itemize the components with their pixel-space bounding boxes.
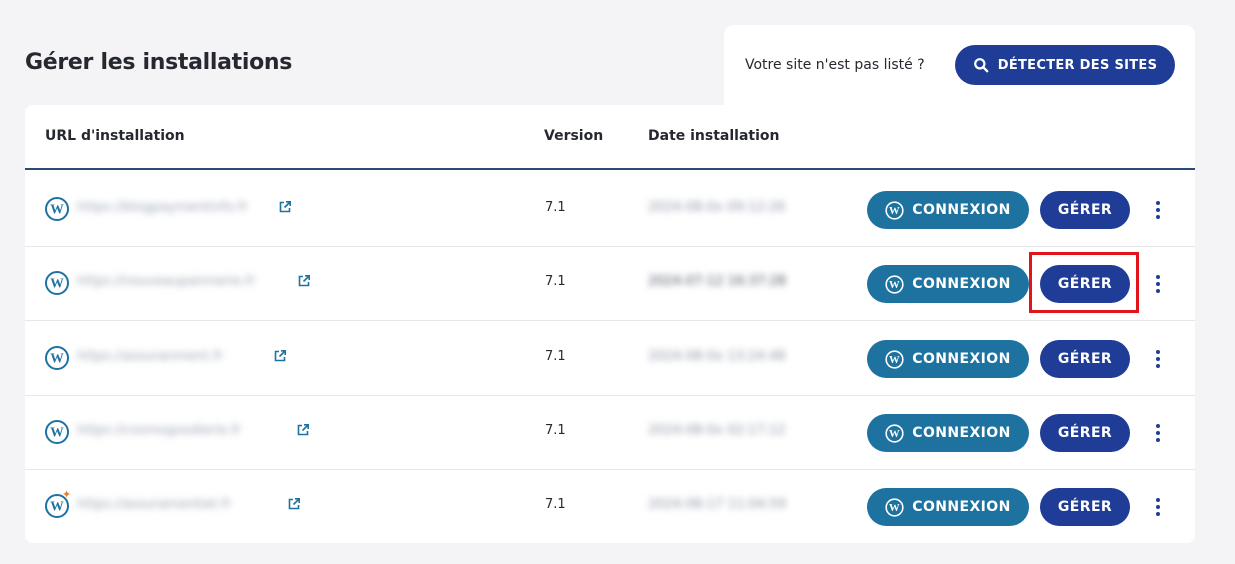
installation-url[interactable]: https://nouveaupainnerie.fr: [77, 274, 255, 289]
external-link-icon[interactable]: [287, 497, 301, 511]
wordpress-icon: W: [885, 274, 904, 294]
installation-version: 7.1: [545, 200, 566, 215]
connexion-button[interactable]: W CONNEXION: [867, 191, 1029, 229]
svg-text:W: W: [889, 354, 900, 366]
svg-text:W: W: [889, 205, 900, 217]
table-row: W https://cosmogoodierie.fr 7.1 2024-08-…: [25, 395, 1195, 470]
connexion-button[interactable]: W CONNEXION: [867, 414, 1029, 452]
installations-table: URL d'installation Version Date installa…: [25, 105, 1195, 543]
sparkle-icon: ✦: [62, 488, 72, 501]
search-icon: [973, 58, 989, 73]
svg-text:W: W: [889, 428, 900, 440]
installation-url[interactable]: https://assuramentiet.fr: [77, 497, 231, 512]
more-vertical-icon[interactable]: [1149, 346, 1167, 372]
more-vertical-icon[interactable]: [1149, 271, 1167, 297]
wordpress-icon: W: [885, 200, 904, 220]
connexion-button[interactable]: W CONNEXION: [867, 340, 1029, 378]
svg-text:W: W: [50, 276, 64, 291]
gerer-button[interactable]: GÉRER: [1040, 265, 1130, 303]
connexion-label: CONNEXION: [912, 499, 1011, 515]
wordpress-icon: W: [45, 420, 69, 444]
external-link-icon[interactable]: [273, 349, 287, 363]
table-row: W ✦ https://assuramentiet.fr 7.1 2024-08…: [25, 469, 1195, 543]
wordpress-icon: W: [45, 346, 69, 370]
installation-date: 2024-08-0x 02:17:12: [648, 423, 786, 438]
connexion-button[interactable]: W CONNEXION: [867, 265, 1029, 303]
page-title: Gérer les installations: [25, 50, 293, 75]
detect-sites-button[interactable]: DÉTECTER DES SITES: [955, 45, 1175, 85]
wordpress-icon: W: [45, 271, 69, 295]
detect-panel: Votre site n'est pas listé ? DÉTECTER DE…: [724, 25, 1195, 115]
svg-text:W: W: [50, 202, 64, 217]
column-header-version: Version: [544, 128, 604, 144]
more-vertical-icon[interactable]: [1149, 494, 1167, 520]
detect-question: Votre site n'est pas listé ?: [745, 57, 925, 73]
installation-url[interactable]: https://assuranment.fr: [77, 349, 223, 364]
column-header-date: Date installation: [648, 128, 780, 144]
svg-text:W: W: [50, 425, 64, 440]
installation-date: 2024-07-12 16:37:28: [648, 274, 787, 289]
gerer-button[interactable]: GÉRER: [1040, 414, 1130, 452]
wordpress-icon: W: [885, 497, 904, 517]
external-link-icon[interactable]: [278, 200, 292, 214]
table-row: W https://blogpaymentinfo.fr 7.1 2024-08…: [25, 172, 1195, 247]
svg-text:W: W: [50, 351, 64, 366]
svg-text:W: W: [889, 502, 900, 514]
installation-date: 2024-08-17 11:04:59: [648, 497, 787, 512]
installation-url[interactable]: https://cosmogoodierie.fr: [77, 423, 241, 438]
installation-date: 2024-08-0x 13:24:48: [648, 349, 786, 364]
more-vertical-icon[interactable]: [1149, 197, 1167, 223]
installation-version: 7.1: [545, 349, 566, 364]
installation-date: 2024-08-0x 09:12:26: [648, 200, 786, 215]
connexion-label: CONNEXION: [912, 276, 1011, 292]
gerer-button[interactable]: GÉRER: [1040, 340, 1130, 378]
wordpress-icon: W: [45, 197, 69, 221]
table-row: W https://assuranment.fr 7.1 2024-08-0x …: [25, 321, 1195, 396]
table-row: W https://nouveaupainnerie.fr 7.1 2024-0…: [25, 246, 1195, 321]
installation-version: 7.1: [545, 423, 566, 438]
svg-text:W: W: [889, 279, 900, 291]
detect-sites-label: DÉTECTER DES SITES: [997, 57, 1158, 73]
external-link-icon[interactable]: [297, 274, 311, 288]
gerer-button[interactable]: GÉRER: [1040, 488, 1130, 526]
table-header: URL d'installation Version Date installa…: [25, 105, 1195, 170]
connexion-label: CONNEXION: [912, 202, 1011, 218]
external-link-icon[interactable]: [296, 423, 310, 437]
wordpress-icon: W: [885, 423, 904, 443]
gerer-button[interactable]: GÉRER: [1040, 191, 1130, 229]
installation-version: 7.1: [545, 497, 566, 512]
connexion-label: CONNEXION: [912, 351, 1011, 367]
installation-version: 7.1: [545, 274, 566, 289]
wordpress-icon: W: [885, 349, 904, 369]
connexion-button[interactable]: W CONNEXION: [867, 488, 1029, 526]
column-header-url: URL d'installation: [45, 128, 185, 144]
installation-url[interactable]: https://blogpaymentinfo.fr: [77, 200, 248, 215]
connexion-label: CONNEXION: [912, 425, 1011, 441]
more-vertical-icon[interactable]: [1149, 420, 1167, 446]
